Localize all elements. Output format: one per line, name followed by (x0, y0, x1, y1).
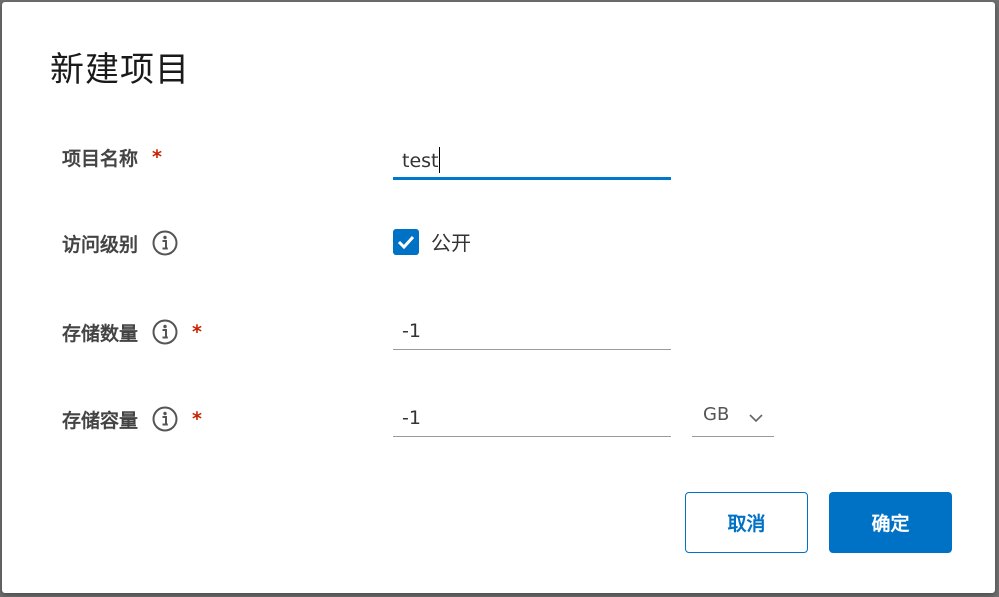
access-level-label: 访问级别 (62, 233, 139, 256)
storage-unit-value: GB (703, 404, 730, 425)
public-checkbox-group[interactable]: 公开 (393, 227, 471, 256)
info-circle-icon[interactable] (152, 319, 178, 345)
public-checkbox-label[interactable]: 公开 (431, 227, 471, 256)
project-name-label-row: 项目名称 * (62, 142, 162, 172)
storage-count-input[interactable] (402, 317, 662, 345)
storage-capacity-input[interactable] (402, 404, 662, 432)
chevron-down-icon (748, 409, 764, 423)
storage-count-label-row: 存储数量 * (62, 317, 202, 347)
text-caret (439, 147, 440, 173)
dialog-title: 新建项目 (50, 50, 190, 90)
storage-count-field[interactable] (393, 313, 671, 350)
storage-unit-select[interactable]: GB (692, 400, 774, 437)
required-mark: * (192, 408, 202, 430)
project-name-input[interactable] (402, 147, 662, 175)
cancel-button[interactable]: 取消 (685, 492, 808, 553)
checkmark-icon (397, 235, 415, 249)
public-checkbox[interactable] (393, 228, 419, 255)
required-mark: * (152, 146, 162, 168)
storage-capacity-label-row: 存储容量 * (62, 404, 202, 434)
storage-count-label: 存储数量 (62, 322, 139, 345)
new-project-dialog: 新建项目 项目名称 * 访问级别 公开 存储数量 (2, 2, 995, 593)
required-mark: * (192, 321, 202, 343)
info-circle-icon[interactable] (152, 230, 178, 256)
project-name-field[interactable] (393, 143, 671, 180)
project-name-label: 项目名称 (62, 147, 139, 170)
storage-capacity-label: 存储容量 (62, 409, 139, 432)
access-level-label-row: 访问级别 (62, 228, 178, 258)
storage-capacity-field[interactable] (393, 400, 671, 437)
info-circle-icon[interactable] (152, 406, 178, 432)
confirm-button[interactable]: 确定 (829, 492, 952, 553)
